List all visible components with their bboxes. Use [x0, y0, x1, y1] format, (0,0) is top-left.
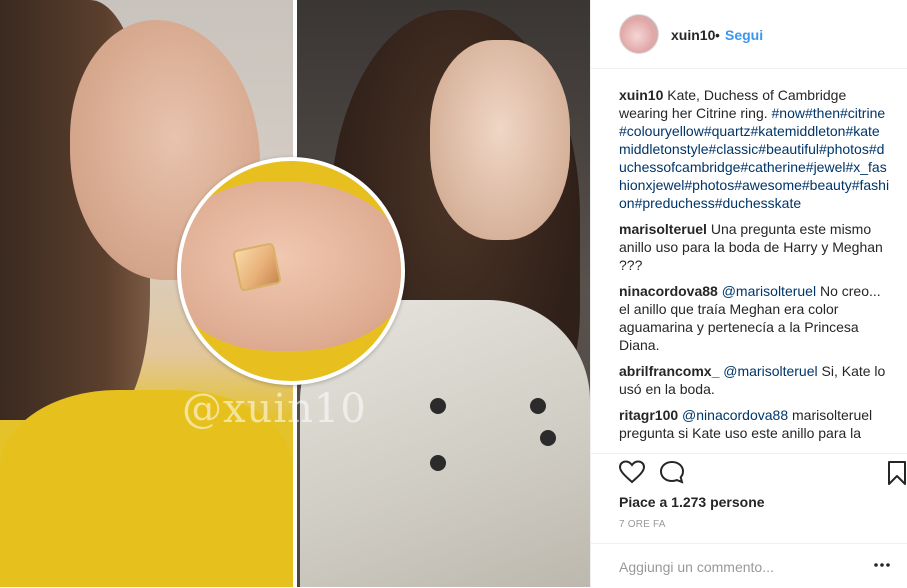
comment-mention[interactable]: @marisolteruel [722, 283, 816, 299]
coat-button [540, 430, 556, 446]
comments-list[interactable]: xuin10 Kate, Duchess of Cambridge wearin… [619, 86, 891, 452]
likes-count[interactable]: Piace a 1.273 persone [619, 494, 765, 510]
caption-username[interactable]: xuin10 [619, 87, 663, 103]
avatar[interactable] [619, 14, 659, 54]
post-timestamp: 7 ORE FA [619, 519, 666, 530]
post-sidebar: xuin10 • Segui xuin10 Kate, Duchess of C… [590, 0, 907, 587]
ellipsis-icon[interactable] [873, 556, 891, 577]
follow-button[interactable]: Segui [725, 27, 763, 43]
ring-closeup-inset [177, 157, 405, 385]
speech-bubble-icon[interactable] [659, 460, 685, 489]
coat-button [430, 398, 446, 414]
comment-mention[interactable]: @marisolteruel [723, 363, 817, 379]
hand-closeup [181, 181, 401, 351]
comment-username[interactable]: abrilfrancomx_ [619, 363, 719, 379]
caption: xuin10 Kate, Duchess of Cambridge wearin… [619, 86, 891, 212]
comment-item: abrilfrancomx_ @marisolteruel Si, Kate l… [619, 362, 891, 398]
action-bar [591, 453, 907, 485]
post-header: xuin10 • Segui [591, 0, 907, 69]
heart-outline-icon[interactable] [618, 460, 646, 489]
bookmark-icon[interactable] [887, 460, 907, 491]
comment-item: marisolteruel Una pregunta este mismo an… [619, 220, 891, 274]
face-right [430, 40, 570, 240]
coat-button [430, 455, 446, 471]
add-comment-bar [591, 543, 907, 588]
comment-input[interactable] [617, 556, 861, 578]
coat-button [530, 398, 546, 414]
photo-watermark: @xuin10 [182, 386, 367, 432]
comment-mention[interactable]: @ninacordova88 [682, 407, 788, 423]
post-photo[interactable]: @xuin10 [0, 0, 590, 587]
comment-username[interactable]: ninacordova88 [619, 283, 718, 299]
author-username[interactable]: xuin10 [671, 27, 715, 43]
citrine-ring [232, 242, 282, 292]
comment-username[interactable]: marisolteruel [619, 221, 707, 237]
comment-item: ninacordova88 @marisolteruel No creo... … [619, 282, 891, 354]
comment-username[interactable]: ritagr100 [619, 407, 678, 423]
comment-item: ritagr100 @ninacordova88 marisolteruel p… [619, 406, 891, 442]
separator-dot: • [715, 27, 720, 43]
